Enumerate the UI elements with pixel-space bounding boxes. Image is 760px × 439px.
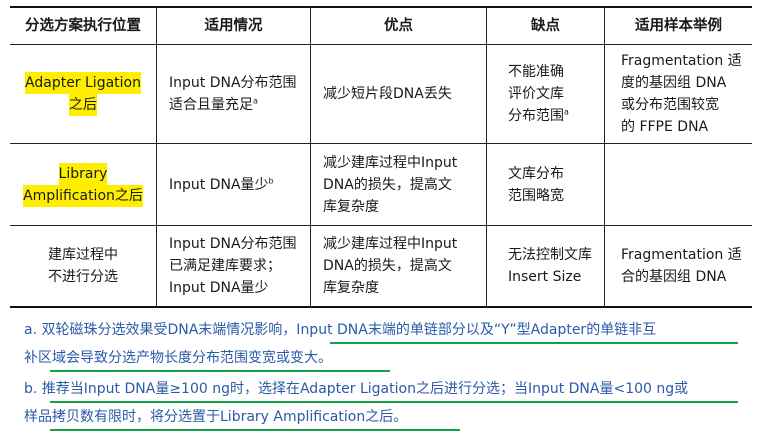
footnote-a-underline <box>50 370 390 372</box>
table-row-2-pros: 减少建库过程中Input DNA的损失，提高文 库复杂度 <box>323 154 458 215</box>
highlighted-text: Library <box>58 162 108 185</box>
header-pros: 优点 <box>384 18 413 34</box>
table-row-2-cons: 文库分布 范围略宽 <box>508 165 564 204</box>
footnote-b-line-1: b. 推荐当Input DNA量≥100 ng时，选择在Adapter Liga… <box>24 381 689 397</box>
table-row-3-pros: 减少建库过程中Input DNA的损失，提高文 库复杂度 <box>323 236 458 296</box>
footnote-b-underline <box>50 401 738 403</box>
table-row-1-pros: 减少短片段DNA丢失 <box>323 86 452 102</box>
header-examples: 适用样本举例 <box>635 18 722 34</box>
table-row-3-position: 建库过程中 不进行分选 <box>48 247 118 285</box>
table-row-1-cons: 不能准确 评价文库 分布范围a <box>508 64 569 124</box>
header-situation: 适用情况 <box>204 18 263 34</box>
header-cons: 缺点 <box>531 18 560 34</box>
highlighted-text: 之后 <box>69 94 97 116</box>
table-bottom-rule <box>10 306 752 308</box>
table-row-1-position: Adapter Ligation 之后 <box>10 45 156 143</box>
table-row-2-position: Library Amplification之后 <box>10 144 156 225</box>
table-row-3-cons: 无法控制文库 Insert Size <box>508 247 592 285</box>
highlighted-text: Amplification之后 <box>23 184 143 207</box>
table-row-3-situation: Input DNA分布范围 已满足建库要求； Input DNA量少 <box>169 236 297 296</box>
footnote-a-line-2: 补区域会导致分选产物长度分布范围变宽或变大。 <box>24 350 332 366</box>
footnote-a-line-1: a. 双轮磁珠分选效果受DNA末端情况影响，Input DNA末端的单链部分以及… <box>24 322 657 338</box>
highlighted-text: Adapter Ligation <box>25 72 141 94</box>
table-row-2-situation: Input DNA量少b <box>169 175 274 193</box>
table-row-1-examples: Fragmentation 适 度的基因组 DNA 或分布范围较宽 的 FFPE… <box>621 53 742 135</box>
table-row-1-situation: Input DNA分布范围 适合且量充足a <box>169 75 297 113</box>
table-row-2-examples <box>605 144 752 225</box>
footnote-b-line-2: 样品拷贝数有限时，将分选置于Library Amplification之后。 <box>24 409 408 425</box>
comparison-table: 分选方案执行位置 适用情况 优点 缺点 适用样本举例 Adapter Ligat… <box>10 6 752 308</box>
header-position: 分选方案执行位置 <box>25 18 141 34</box>
footnote-b-underline <box>50 429 460 431</box>
table-row-3-examples: Fragmentation 适 合的基因组 DNA <box>621 247 742 285</box>
footnote-a-underline <box>330 342 738 344</box>
